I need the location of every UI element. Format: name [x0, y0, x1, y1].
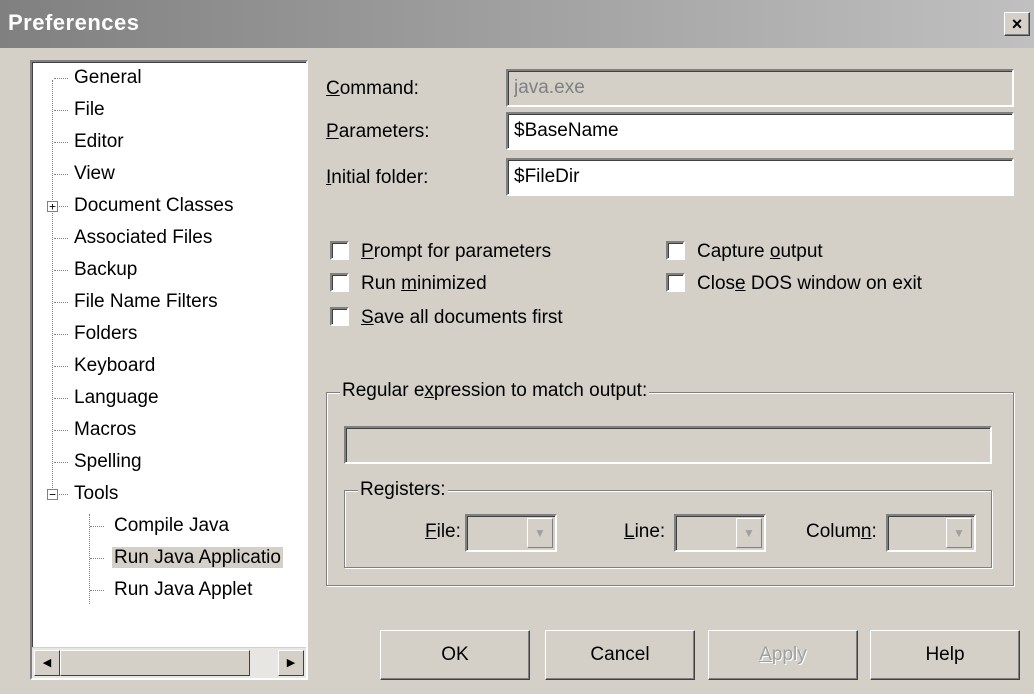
scroll-left-icon[interactable]: ◀ [34, 650, 60, 676]
tree-item-document-classes[interactable]: Document Classes [54, 192, 235, 220]
regex-field[interactable] [344, 426, 992, 464]
tree-item-folders[interactable]: Folders [54, 320, 139, 348]
window-title: Preferences [8, 10, 140, 35]
tree-item-macros[interactable]: Macros [54, 416, 138, 444]
scroll-right-icon[interactable]: ▶ [278, 650, 304, 676]
tree-item-spelling[interactable]: Spelling [54, 448, 144, 476]
apply-button[interactable]: Apply [708, 630, 858, 680]
run-minimized-checkbox[interactable]: Run minimized [330, 271, 487, 297]
command-label: Command: [326, 78, 419, 99]
tree-item-label: Tools [74, 483, 119, 504]
help-button[interactable]: Help [870, 630, 1020, 680]
tree-item-tools[interactable]: Tools [54, 480, 120, 508]
tree-item-label: File Name Filters [74, 291, 218, 312]
tree-item-run-java-application[interactable]: Run Java Applicatio [90, 544, 283, 572]
initial-folder-label: Initial folder: [326, 167, 429, 188]
tree-item-label: Backup [74, 259, 138, 280]
tree-connector-line [52, 80, 53, 500]
scroll-thumb[interactable] [60, 650, 250, 676]
dropdown-arrow-icon[interactable]: ▼ [527, 518, 553, 548]
tree-item-backup[interactable]: Backup [54, 256, 139, 284]
close-button[interactable]: × [1004, 12, 1030, 36]
tree-item-run-java-applet[interactable]: Run Java Applet [90, 576, 254, 604]
cancel-button[interactable]: Cancel [545, 630, 695, 680]
tree-item-label: Folders [74, 323, 138, 344]
tree-item-file-name-filters[interactable]: File Name Filters [54, 288, 220, 316]
tree-item-general[interactable]: General [54, 64, 144, 92]
tree-item-label: Macros [74, 419, 137, 440]
tree-item-label: Compile Java [114, 515, 230, 536]
tree-item-label: Document Classes [74, 195, 234, 216]
tree-item-label: Keyboard [74, 355, 156, 376]
initial-folder-field[interactable] [506, 158, 1014, 196]
capture-output-checkbox[interactable]: Capture output [666, 239, 823, 265]
checkbox-box[interactable] [330, 273, 349, 292]
parameters-label: Parameters: [326, 121, 430, 142]
tree-item-label: Run Java Applet [114, 579, 253, 600]
prompt-for-parameters-checkbox[interactable]: Prompt for parameters [330, 239, 551, 265]
file-register-label: File: [425, 521, 461, 542]
dropdown-arrow-icon[interactable]: ▼ [736, 518, 762, 548]
preferences-tree[interactable]: General File Editor View Document Classe… [30, 60, 308, 680]
close-dos-window-checkbox[interactable]: Close DOS window on exit [666, 271, 922, 297]
checkbox-box[interactable] [330, 307, 349, 326]
ok-button[interactable]: OK [380, 630, 530, 680]
tree-item-label: General [74, 67, 142, 88]
regex-group-title: Regular expression to match output: [340, 380, 650, 402]
tree-item-label: Language [74, 387, 159, 408]
parameters-field[interactable] [506, 112, 1014, 150]
command-field[interactable] [506, 69, 1014, 107]
title-bar: Preferences × [0, 0, 1034, 48]
registers-group-title: Registers: [358, 479, 448, 501]
tree-item-file[interactable]: File [54, 96, 107, 124]
tree-item-view[interactable]: View [54, 160, 117, 188]
line-register-select[interactable]: ▼ [674, 514, 766, 552]
column-register-select[interactable]: ▼ [886, 514, 976, 552]
tree-item-label: Spelling [74, 451, 142, 472]
checkbox-box[interactable] [666, 241, 685, 260]
tree-item-editor[interactable]: Editor [54, 128, 126, 156]
horizontal-scrollbar[interactable]: ◀ ▶ [32, 647, 306, 678]
expand-plus-icon[interactable]: + [47, 201, 58, 212]
tree-item-keyboard[interactable]: Keyboard [54, 352, 157, 380]
collapse-minus-icon[interactable]: − [47, 489, 58, 500]
tree-item-associated-files[interactable]: Associated Files [54, 224, 214, 252]
dropdown-arrow-icon[interactable]: ▼ [946, 518, 972, 548]
checkbox-box[interactable] [666, 273, 685, 292]
save-all-documents-checkbox[interactable]: Save all documents first [330, 305, 563, 331]
line-register-label: Line: [624, 521, 666, 542]
column-register-label: Column: [806, 521, 877, 542]
tree-item-compile-java[interactable]: Compile Java [90, 512, 231, 540]
tree-item-label: Associated Files [74, 227, 213, 248]
tree-item-label: View [74, 163, 115, 184]
tree-item-label: File [74, 99, 105, 120]
tree-item-label: Run Java Applicatio [112, 547, 283, 568]
tree-item-language[interactable]: Language [54, 384, 161, 412]
file-register-select[interactable]: ▼ [465, 514, 557, 552]
tree-item-label: Editor [74, 131, 124, 152]
checkbox-box[interactable] [330, 241, 349, 260]
